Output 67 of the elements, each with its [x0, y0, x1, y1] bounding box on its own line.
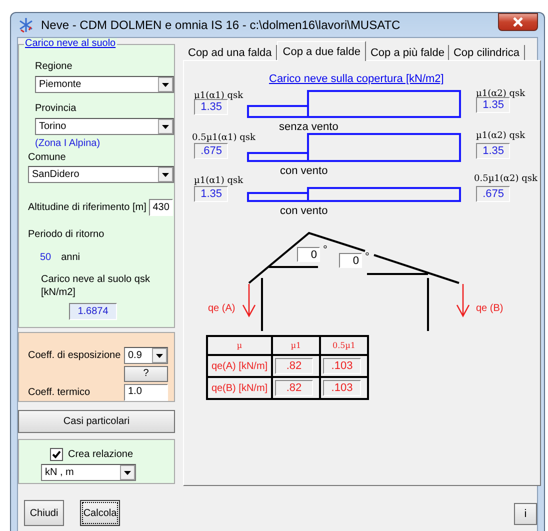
- group-legend-link[interactable]: Carico neve al suolo: [24, 38, 117, 49]
- province-label: Provincia: [35, 103, 78, 114]
- close-button[interactable]: [498, 13, 538, 31]
- altitude-field[interactable]: 430: [149, 199, 174, 216]
- comune-dropdown[interactable]: SanDidero: [28, 166, 174, 183]
- load-caption: senza vento: [279, 121, 338, 133]
- exposure-dropdown[interactable]: 0.9: [124, 346, 168, 364]
- info-button[interactable]: i: [514, 503, 537, 525]
- table-value-field: .82: [275, 380, 313, 396]
- angle-field[interactable]: 0: [339, 253, 362, 268]
- ground-load-label: Carico neve al suolo qsk [kN/m2]: [41, 273, 151, 299]
- roof-load-title[interactable]: Carico neve sulla copertura [kN/m2]: [269, 73, 444, 85]
- caret-icon: [120, 465, 135, 480]
- thermal-field[interactable]: 1.0: [124, 384, 168, 400]
- degree-label: °: [365, 251, 370, 263]
- load-arrow: [242, 283, 256, 318]
- load-label: 0.5µ1(α1) qsk: [192, 133, 256, 143]
- units-dropdown[interactable]: kN , m: [41, 464, 136, 481]
- caret-icon: [152, 348, 167, 362]
- exposure-label: Coeff. di esposizione: [28, 350, 122, 360]
- return-period-value: 50: [40, 252, 52, 263]
- load-value-field: .675: [476, 186, 510, 202]
- snowflake-icon: [17, 16, 35, 34]
- thermal-label: Coeff. termico: [28, 386, 92, 398]
- row-header: qe(A) [kN/m]: [207, 355, 272, 377]
- load-arrow: [456, 283, 470, 318]
- zone-label: (Zona I Alpina): [35, 138, 102, 149]
- load-caption: con vento: [280, 205, 328, 217]
- tab[interactable]: Cop a due falde: [276, 41, 366, 61]
- special-cases-button[interactable]: Casi particolari: [18, 410, 175, 433]
- column-header: µ: [207, 336, 272, 355]
- column-header: µ1: [272, 336, 320, 355]
- load-caption: con vento: [280, 165, 328, 177]
- load-value-field: 1.35: [476, 97, 510, 113]
- table-value-field: .82: [275, 358, 313, 374]
- province-dropdown[interactable]: Torino: [35, 118, 174, 135]
- load-value-field: .675: [194, 143, 228, 159]
- load-label: µ1(α2) qsk: [476, 89, 526, 99]
- load-label: µ1(α2) qsk: [476, 131, 526, 141]
- calculate-button[interactable]: Calcola: [80, 500, 120, 526]
- years-unit: anni: [61, 252, 80, 263]
- report-label: Crea relazione: [68, 449, 134, 460]
- return-period-label: Periodo di ritorno: [28, 229, 106, 240]
- table-value-field: .103: [323, 358, 361, 374]
- region-label: Regione: [35, 61, 74, 72]
- close-button[interactable]: Chiudi: [24, 500, 64, 526]
- region-dropdown[interactable]: Piemonte: [35, 76, 174, 93]
- angle-field[interactable]: 0: [297, 247, 320, 262]
- load-label: µ1(α1) qsk: [194, 91, 244, 101]
- table-value-field: .103: [323, 380, 361, 396]
- close-icon: [512, 17, 524, 27]
- checkbox[interactable]: [50, 448, 63, 461]
- load-value-field: 1.35: [476, 143, 510, 159]
- ground-load-value: 1.6874: [69, 303, 117, 320]
- comune-label: Comune: [28, 152, 67, 163]
- degree-label: °: [323, 244, 328, 256]
- load-label: qe (B): [476, 303, 504, 314]
- load-label: 0.5µ1(α2) qsk: [474, 174, 538, 184]
- load-value-field: 1.35: [194, 186, 228, 202]
- help-button[interactable]: ?: [124, 366, 168, 382]
- altitude-label: Altitudine di riferimento [m]: [28, 202, 146, 213]
- window-title: Neve - CDM DOLMEN e omnia IS 16 - c:\dolmen16\lavori\MUSATC: [41, 18, 402, 32]
- load-label: µ1(α1) qsk: [194, 176, 244, 186]
- load-value-field: 1.35: [194, 99, 228, 115]
- row-header: qe(B) [kN/m]: [207, 377, 272, 399]
- column-header: 0.5µ1: [320, 336, 368, 355]
- load-label: qe (A): [208, 303, 236, 314]
